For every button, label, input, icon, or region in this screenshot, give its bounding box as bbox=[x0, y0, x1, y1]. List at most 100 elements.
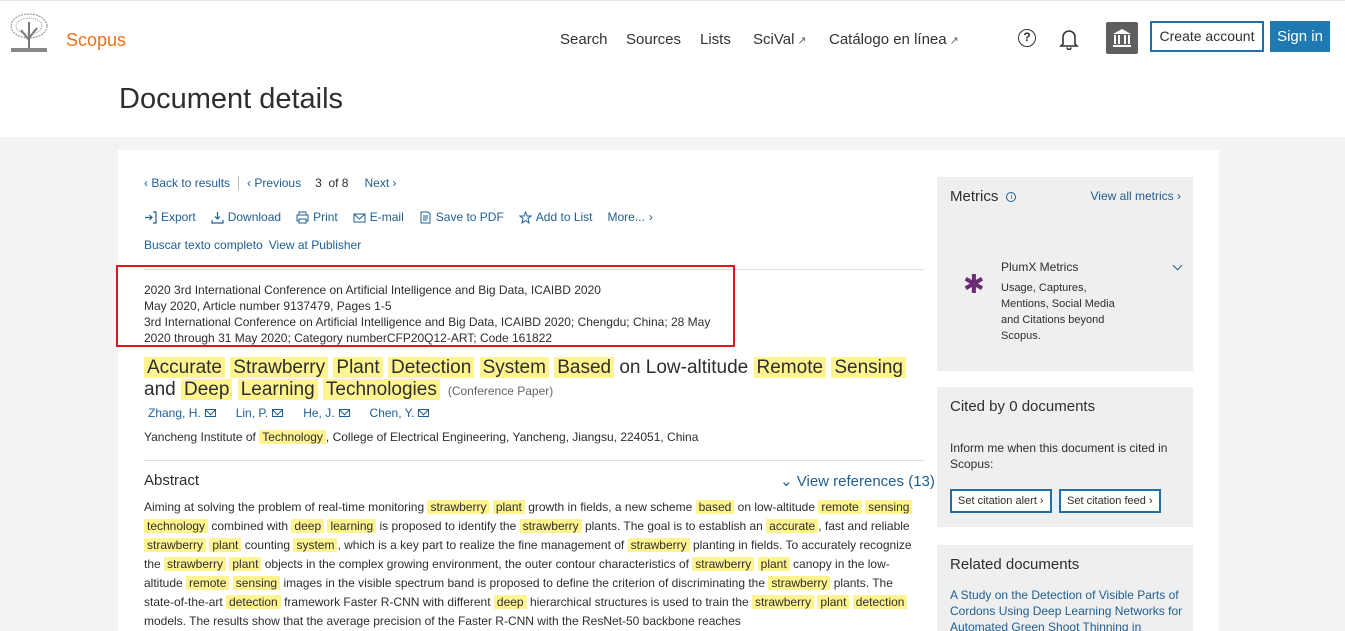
previous-link[interactable]: ‹ Previous bbox=[247, 176, 301, 190]
affiliation: Yancheng Institute of Technology, Colleg… bbox=[144, 430, 698, 444]
export-label: Export bbox=[161, 210, 196, 224]
author-name[interactable]: He, J. bbox=[303, 406, 334, 420]
author-item[interactable]: Chen, Y. bbox=[370, 406, 430, 420]
nav-scival[interactable]: SciVal ↗ bbox=[753, 31, 807, 48]
set-citation-feed-button[interactable]: Set citation feed › bbox=[1059, 489, 1161, 513]
text-segment: Aiming at solving the problem of real-ti… bbox=[144, 500, 428, 514]
info-icon[interactable]: i bbox=[1006, 192, 1017, 203]
highlighted-term: Sensing bbox=[831, 357, 906, 378]
back-label: Back to results bbox=[151, 176, 231, 190]
more-button[interactable]: More... › bbox=[608, 210, 653, 224]
highlighted-term: technology bbox=[144, 519, 209, 533]
more-label: More... bbox=[607, 210, 645, 224]
email-button[interactable]: E-mail bbox=[353, 210, 404, 224]
highlighted-term: strawberry bbox=[164, 557, 227, 571]
download-icon bbox=[211, 211, 224, 224]
nav-catalogo-label: Catálogo en línea bbox=[829, 31, 947, 48]
export-button[interactable]: Export bbox=[144, 210, 196, 224]
nav-sources[interactable]: Sources bbox=[626, 31, 681, 48]
download-button[interactable]: Download bbox=[211, 210, 281, 224]
elsevier-logo-icon[interactable] bbox=[7, 12, 51, 54]
highlighted-term: Detection bbox=[388, 357, 475, 378]
text-segment: , College of Electrical Engineering, Yan… bbox=[325, 430, 699, 444]
save-to-pdf-button[interactable]: Save to PDF bbox=[419, 210, 504, 224]
buscar-texto-completo-link[interactable]: Buscar texto completo bbox=[144, 238, 263, 252]
highlighted-term: deep bbox=[493, 595, 527, 609]
mail-icon[interactable] bbox=[338, 409, 350, 417]
highlighted-term: plant bbox=[757, 557, 790, 571]
highlighted-term: remote bbox=[818, 500, 862, 514]
full-text-links: Buscar texto completo View at Publisher bbox=[144, 238, 361, 252]
text-segment: counting bbox=[241, 538, 294, 552]
author-name[interactable]: Chen, Y. bbox=[370, 406, 415, 420]
highlighted-term: strawberry bbox=[768, 576, 831, 590]
scopus-brand[interactable]: Scopus bbox=[66, 30, 126, 51]
next-link[interactable]: Next › bbox=[364, 176, 396, 190]
text-segment: images in the visible spectrum band is p… bbox=[280, 576, 769, 590]
document-toolbar: Export Download Print E-mail Save to PDF… bbox=[144, 210, 653, 224]
pdf-icon bbox=[420, 211, 431, 223]
export-icon bbox=[145, 210, 157, 224]
text-segment: , fast and reliable bbox=[818, 519, 910, 533]
author-item[interactable]: He, J. bbox=[303, 406, 350, 420]
results-navigation: ‹ Back to results ‹ Previous 3 of 8 Next… bbox=[144, 176, 397, 190]
highlighted-term: Learning bbox=[237, 379, 318, 400]
cited-by-text: Inform me when this document is cited in… bbox=[950, 441, 1168, 471]
mail-icon[interactable] bbox=[272, 409, 284, 417]
author-item[interactable]: Zhang, H. bbox=[148, 406, 216, 420]
download-label: Download bbox=[227, 210, 282, 224]
plumx-icon: ✱ bbox=[963, 269, 985, 299]
institution-button[interactable] bbox=[1106, 22, 1138, 54]
text-segment: and bbox=[144, 379, 176, 400]
author-name[interactable]: Zhang, H. bbox=[148, 406, 201, 420]
external-link-icon: ↗ bbox=[949, 35, 959, 47]
back-to-results-link[interactable]: ‹ Back to results bbox=[144, 176, 230, 190]
add-to-list-button[interactable]: Add to List bbox=[518, 210, 593, 224]
result-total: 8 bbox=[341, 176, 349, 190]
help-icon[interactable]: ? bbox=[1018, 29, 1036, 47]
highlighted-term: sensing bbox=[865, 500, 913, 514]
related-documents-panel: Related documents A Study on the Detecti… bbox=[937, 545, 1193, 631]
email-label: E-mail bbox=[369, 210, 404, 224]
text-segment: models. The results show that the averag… bbox=[144, 614, 741, 628]
set-citation-alert-button[interactable]: Set citation alert › bbox=[950, 489, 1052, 513]
bell-icon[interactable] bbox=[1059, 28, 1079, 50]
highlighted-term: plant bbox=[209, 538, 242, 552]
cited-by-panel: Cited by 0 documents Inform me when this… bbox=[937, 387, 1193, 527]
author-item[interactable]: Lin, P. bbox=[236, 406, 284, 420]
nav-search[interactable]: Search bbox=[560, 31, 608, 48]
external-link-icon: ↗ bbox=[797, 35, 807, 47]
document-title: Accurate Strawberry Plant Detection Syst… bbox=[144, 357, 924, 402]
text-segment: combined with bbox=[208, 519, 292, 533]
print-label: Print bbox=[313, 210, 338, 224]
highlighted-term: Deep bbox=[180, 379, 233, 400]
plumx-title[interactable]: PlumX Metrics bbox=[1001, 260, 1078, 274]
result-current: 3 bbox=[315, 176, 322, 190]
sign-in-button[interactable]: Sign in bbox=[1270, 21, 1330, 52]
view-at-publisher-link[interactable]: View at Publisher bbox=[269, 238, 362, 252]
highlighted-term: Based bbox=[554, 357, 615, 378]
view-all-metrics-link[interactable]: View all metrics › bbox=[1091, 189, 1181, 203]
create-account-button[interactable]: Create account bbox=[1150, 21, 1264, 52]
view-all-metrics-label: View all metrics bbox=[1090, 189, 1174, 203]
document-type: (Conference Paper) bbox=[447, 384, 554, 398]
print-button[interactable]: Print bbox=[296, 210, 338, 224]
view-references-link[interactable]: ⌄ View references (13) bbox=[780, 472, 935, 490]
plumx-description: Usage, Captures, Mentions, Social Media … bbox=[1001, 282, 1115, 342]
mail-icon[interactable] bbox=[204, 409, 216, 417]
alert-label: Set citation alert bbox=[958, 495, 1037, 507]
nav-catalogo[interactable]: Catálogo en línea ↗ bbox=[829, 31, 959, 48]
view-references-label: View references (13) bbox=[796, 473, 935, 490]
author-name[interactable]: Lin, P. bbox=[236, 406, 268, 420]
institution-icon bbox=[1113, 29, 1131, 47]
chevron-down-icon[interactable] bbox=[1172, 260, 1183, 271]
mail-icon[interactable] bbox=[418, 409, 430, 417]
related-document-link[interactable]: A Study on the Detection of Visible Part… bbox=[950, 587, 1185, 631]
text-segment: objects in the complex growing environme… bbox=[261, 557, 693, 571]
highlighted-term: plant bbox=[229, 557, 262, 571]
highlighted-term: detection bbox=[852, 595, 908, 609]
next-label: Next bbox=[364, 176, 390, 190]
nav-lists[interactable]: Lists bbox=[700, 31, 731, 48]
highlighted-term: detection bbox=[226, 595, 281, 609]
highlighted-term: System bbox=[479, 357, 549, 378]
